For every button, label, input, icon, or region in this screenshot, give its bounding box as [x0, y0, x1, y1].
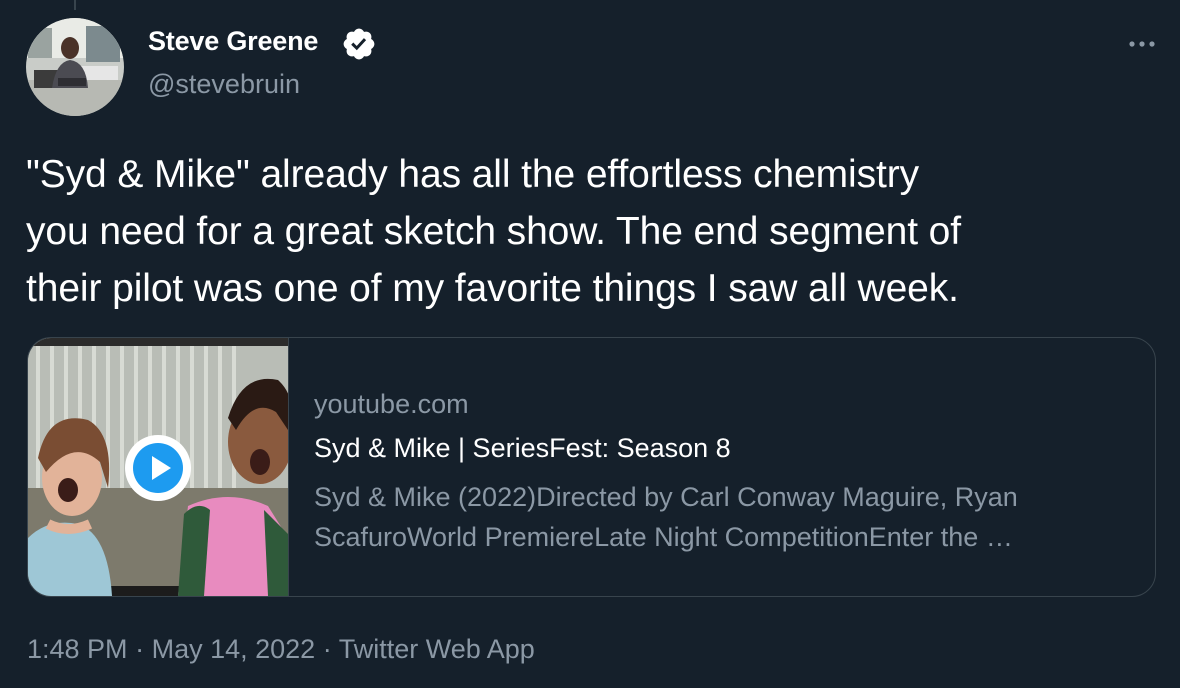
card-description-line: ScafuroWorld PremiereLate Night Competit… — [314, 522, 1013, 552]
author-display-name[interactable]: Steve Greene — [148, 26, 318, 57]
tweet-metadata: 1:48 PM · May 14, 2022 · Twitter Web App — [27, 634, 535, 665]
tweet-text: "Syd & Mike" already has all the effortl… — [26, 146, 1156, 317]
tweet-time[interactable]: 1:48 PM — [27, 634, 128, 664]
meta-separator: · — [322, 634, 332, 664]
tweet-source[interactable]: Twitter Web App — [339, 634, 535, 664]
link-preview-card[interactable]: youtube.com Syd & Mike | SeriesFest: Sea… — [27, 337, 1156, 597]
more-horizontal-icon[interactable] — [1124, 30, 1160, 58]
author-handle[interactable]: @stevebruin — [148, 69, 300, 100]
card-domain: youtube.com — [314, 389, 469, 419]
tweet-text-line: "Syd & Mike" already has all the effortl… — [26, 153, 920, 196]
play-icon[interactable] — [123, 433, 193, 503]
avatar[interactable] — [26, 18, 124, 116]
video-thumbnail[interactable] — [28, 338, 289, 596]
card-title[interactable]: Syd & Mike | SeriesFest: Season 8 — [314, 433, 731, 464]
card-description-line: Syd & Mike (2022)Directed by Carl Conway… — [314, 482, 1018, 512]
tweet-text-line: their pilot was one of my favorite thing… — [26, 267, 959, 310]
card-description: Syd & Mike (2022)Directed by Carl Conway… — [314, 477, 1134, 557]
tweet-date[interactable]: May 14, 2022 — [152, 634, 316, 664]
meta-separator: · — [135, 634, 145, 664]
thread-connector-line — [74, 0, 76, 10]
avatar-image — [26, 18, 124, 116]
tweet-text-line: you need for a great sketch show. The en… — [26, 210, 962, 253]
verified-badge-icon — [343, 28, 375, 60]
